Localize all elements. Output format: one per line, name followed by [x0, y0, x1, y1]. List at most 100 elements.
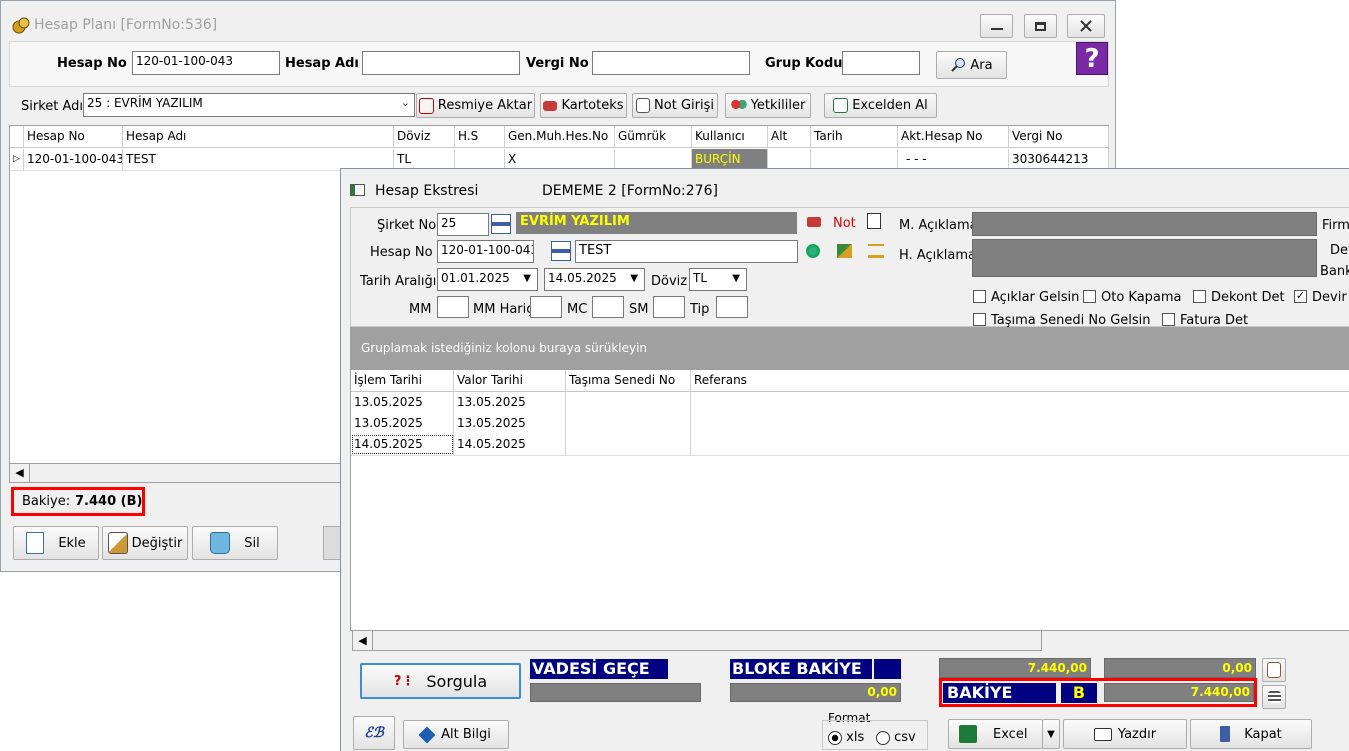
tarih-start-picker[interactable]: 01.01.2025 ▼ — [437, 268, 538, 291]
preview-icon[interactable] — [867, 213, 881, 229]
sirket-lookup-icon[interactable] — [491, 214, 511, 234]
not-label[interactable]: Not — [833, 216, 856, 231]
maximize-button[interactable] — [1024, 14, 1057, 38]
group-panel[interactable]: Gruplamak istediğiniz kolonu buraya sürü… — [350, 327, 1349, 369]
firma-label: Firm — [1322, 218, 1349, 233]
col-gumruk[interactable]: Gümrük — [615, 126, 692, 147]
card-file-icon — [543, 100, 558, 111]
ekstre-filter-panel: Şirket No 25 EVRİM YAZILIM Not M. Açıkla… — [350, 207, 1349, 328]
ekle-button[interactable]: Ekle — [13, 526, 99, 560]
scroll-left-icon[interactable]: ◀ — [10, 464, 30, 482]
col-gen-muh[interactable]: Gen.Muh.Hes.No — [505, 126, 615, 147]
cell-vergi-no: 3030644213 — [1009, 149, 1109, 170]
scroll-left-icon[interactable]: ◀ — [353, 631, 373, 650]
sirket-adi-select[interactable]: 25 : EVRİM YAZILIM ⌄ — [83, 93, 415, 117]
recycle-bin-icon — [210, 532, 231, 554]
sorgula-button[interactable]: ?⋮ Sorgula — [360, 663, 521, 699]
hesap-lookup-icon[interactable] — [551, 241, 571, 261]
grup-kodu-input[interactable] — [842, 51, 920, 75]
kartoteks-button[interactable]: Kartoteks — [540, 93, 627, 118]
close-icon — [1080, 20, 1092, 32]
tarih-end-picker[interactable]: 14.05.2025 ▼ — [544, 268, 645, 291]
sil-button[interactable]: Sil — [192, 526, 278, 560]
col-alt[interactable]: Alt — [768, 126, 811, 147]
vergi-no-input[interactable] — [592, 51, 750, 75]
kapat-button[interactable]: Kapat — [1190, 719, 1312, 749]
doviz-select[interactable]: TL ▼ — [689, 268, 747, 291]
col-vergi-no[interactable]: Vergi No — [1009, 126, 1109, 147]
help-button[interactable]: ? — [1076, 42, 1108, 75]
ara-button[interactable]: Ara — [936, 51, 1007, 79]
m-aciklama-field[interactable] — [972, 212, 1317, 236]
hesap-no-input[interactable]: 120-01-100-043 — [132, 51, 280, 75]
pin-icon[interactable] — [806, 244, 820, 258]
table-row[interactable]: 14.05.2025 14.05.2025 — [351, 434, 1349, 456]
dekont-det-checkbox[interactable]: Dekont Det — [1193, 290, 1285, 305]
col-hs[interactable]: H.S — [455, 126, 505, 147]
alt-bilgi-button[interactable]: Alt Bilgi — [403, 720, 509, 749]
aciklar-gelsin-checkbox[interactable]: Açıklar Gelsin — [973, 290, 1079, 305]
col-doviz[interactable]: Döviz — [394, 126, 455, 147]
cell-alt — [768, 149, 811, 170]
eraser-icon[interactable] — [807, 217, 821, 227]
mm-input[interactable] — [437, 296, 469, 318]
mc-input[interactable] — [592, 296, 624, 318]
scales-icon[interactable] — [868, 244, 884, 258]
close-button[interactable] — [1067, 14, 1105, 38]
yetkililer-button[interactable]: Yetkililer — [725, 93, 811, 118]
col-hesap-adi[interactable]: Hesap Adı — [123, 126, 394, 147]
cell-gumruk — [615, 149, 692, 170]
excel-button[interactable]: Excel — [948, 719, 1043, 749]
col-hesap-no[interactable]: Hesap No — [24, 126, 123, 147]
col-tarih[interactable]: Tarih — [811, 126, 898, 147]
degistir-button[interactable]: Değiştir — [102, 526, 188, 560]
cell-tasima-senedi — [566, 413, 691, 434]
checkbox-box — [973, 290, 986, 303]
mc-label: MC — [567, 302, 588, 317]
table-row[interactable]: 13.05.2025 13.05.2025 — [351, 413, 1349, 435]
col-tasima-senedi[interactable]: Taşıma Senedi No — [566, 370, 691, 391]
aciklar-gelsin-label: Açıklar Gelsin — [991, 290, 1080, 305]
oto-kapama-checkbox[interactable]: Oto Kapama — [1083, 290, 1182, 305]
mm-haric-input[interactable] — [530, 296, 562, 318]
list-button[interactable] — [1262, 685, 1286, 709]
col-kullanici[interactable]: Kullanıcı — [692, 126, 768, 147]
bloke-bakiye-value: 0,00 — [730, 683, 901, 702]
not-girisi-button[interactable]: Not Girişi — [632, 93, 718, 118]
logo-button[interactable]: ℰℬ — [353, 716, 395, 750]
excel-dropdown-button[interactable]: ▼ — [1042, 719, 1060, 749]
h-aciklama-field[interactable] — [972, 239, 1317, 277]
yazdir-button[interactable]: Yazdır — [1063, 719, 1187, 749]
sirket-no-input[interactable]: 25 — [437, 213, 489, 236]
hesap-no-input-ekstre[interactable]: 120-01-100-043 — [437, 240, 534, 263]
excelden-al-button[interactable]: Excelden Al — [824, 93, 937, 118]
tip-input[interactable] — [716, 296, 748, 318]
cell-valor-tarihi: 13.05.2025 — [454, 392, 566, 413]
col-akt-hesap[interactable]: Akt.Hesap No — [898, 126, 1009, 147]
resmiye-aktar-button[interactable]: Resmiye Aktar — [416, 93, 535, 118]
hesap-adi-input[interactable] — [362, 51, 520, 75]
devir-checkbox[interactable]: ✓ Devir G — [1294, 290, 1349, 305]
col-valor-tarihi[interactable]: Valor Tarihi — [454, 370, 566, 391]
format-csv-radio[interactable]: csv — [876, 730, 916, 745]
horizontal-scrollbar[interactable]: ◀ — [9, 463, 349, 483]
cell-valor-tarihi: 14.05.2025 — [454, 434, 566, 455]
swap-icon[interactable] — [837, 244, 852, 258]
table-row[interactable]: 13.05.2025 13.05.2025 — [351, 392, 1349, 414]
people-icon — [730, 97, 747, 114]
sm-input[interactable] — [653, 296, 685, 318]
format-xls-radio[interactable]: xls — [828, 730, 864, 745]
ekstre-horizontal-scrollbar[interactable]: ◀ — [352, 630, 1042, 651]
fatura-det-checkbox[interactable]: Fatura Det — [1162, 313, 1248, 328]
minimize-button[interactable] — [980, 14, 1013, 38]
col-referans[interactable]: Referans — [691, 370, 1349, 391]
ekstre-subtitle: DEMEME 2 [FormNo:276] — [542, 183, 718, 199]
tasima-senedi-checkbox[interactable]: Taşıma Senedi No Gelsin — [973, 313, 1151, 328]
clipboard-button[interactable] — [1262, 658, 1286, 682]
h-aciklama-label: H. Açıklama — [899, 248, 976, 263]
mm-haric-label: MM Hariç — [473, 302, 534, 317]
col-islem-tarihi[interactable]: İşlem Tarihi — [351, 370, 454, 391]
checkbox-box — [1162, 313, 1175, 326]
hesap-name-field[interactable]: TEST — [575, 240, 798, 263]
exit-door-icon — [1220, 726, 1231, 742]
